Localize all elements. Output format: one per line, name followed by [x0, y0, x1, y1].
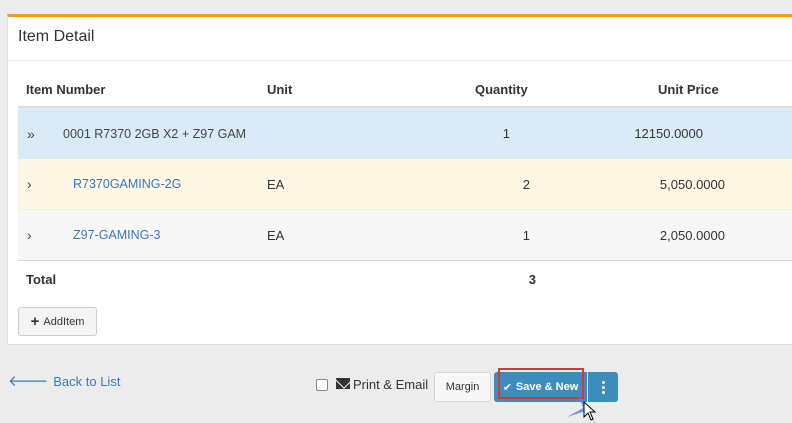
- save-new-label: Save & New: [515, 381, 579, 393]
- col-unit-price: Unit Price: [658, 81, 719, 97]
- back-to-list-link[interactable]: 🡐 Back to List: [8, 374, 120, 389]
- row-unit: EA: [267, 176, 285, 192]
- row-quantity: 1: [522, 227, 530, 243]
- table-row-group[interactable]: » 0001 R7370 2GB X2 + Z97 GAM 1 12150.00…: [18, 108, 792, 159]
- check-icon: ✔: [502, 381, 512, 394]
- row-quantity: 2: [522, 176, 530, 192]
- mouse-cursor-icon: [567, 396, 597, 423]
- row-unit: EA: [267, 227, 285, 243]
- dot: [601, 380, 605, 384]
- expand-icon[interactable]: »: [27, 108, 35, 159]
- print-email-label: Print & Email: [353, 377, 429, 392]
- item-number-link[interactable]: Z97-GAMING-3: [73, 210, 161, 260]
- col-unit: Unit: [267, 81, 293, 97]
- total-quantity: 3: [528, 272, 536, 287]
- table-row[interactable]: › Z97-GAMING-3 EA 1 2,050.0000: [18, 210, 792, 261]
- item-table: Item Number Unit Quantity Unit Price » 0…: [18, 72, 792, 298]
- group-item-description: 0001 R7370 2GB X2 + Z97 GAM: [63, 126, 247, 141]
- row-quantity: 1: [502, 126, 510, 141]
- total-row: Total 3: [18, 261, 792, 298]
- item-number-link[interactable]: R7370GAMING-2G: [73, 159, 181, 209]
- dot: [601, 385, 605, 389]
- row-unit-price: 2,050.0000: [659, 227, 725, 243]
- add-item-button[interactable]: + AddItem: [18, 307, 97, 336]
- total-label: Total: [26, 272, 57, 287]
- back-to-list-label: Back to List: [53, 374, 121, 389]
- print-email-checkbox[interactable]: [316, 379, 328, 391]
- table-row[interactable]: › R7370GAMING-2G EA 2 5,050.0000: [18, 159, 792, 210]
- plus-icon: +: [30, 313, 40, 330]
- panel-title: Item Detail: [18, 28, 95, 45]
- chevron-right-icon[interactable]: ›: [27, 210, 32, 260]
- chevron-right-icon[interactable]: ›: [27, 159, 32, 209]
- margin-button[interactable]: Margin: [434, 372, 491, 402]
- table-header: Item Number Unit Quantity Unit Price: [18, 72, 792, 108]
- col-item-number: Item Number: [26, 81, 106, 97]
- panel-divider: [8, 60, 792, 61]
- row-unit-price: 5,050.0000: [659, 176, 725, 192]
- arrow-left-icon: 🡐: [8, 373, 49, 390]
- add-item-label: AddItem: [43, 315, 85, 328]
- dot: [601, 390, 605, 394]
- item-detail-panel: Item Detail Item Number Unit Quantity Un…: [7, 14, 792, 345]
- row-unit-price: 12150.0000: [634, 126, 703, 141]
- col-quantity: Quantity: [475, 81, 528, 97]
- envelope-icon: [336, 378, 350, 389]
